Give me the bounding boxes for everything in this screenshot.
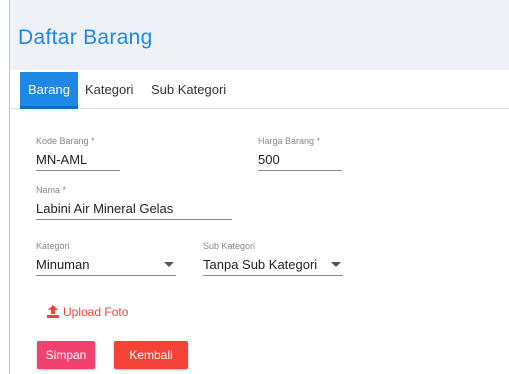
sub-kategori-underline <box>203 275 343 276</box>
kode-barang-input[interactable] <box>36 151 120 168</box>
sub-kategori-value[interactable]: Tanpa Sub Kategori <box>203 256 343 273</box>
kembali-button[interactable]: Kembali <box>114 341 188 369</box>
harga-barang-field: Harga Barang * <box>258 136 342 171</box>
kategori-select[interactable]: Kategori Minuman <box>36 241 176 276</box>
sub-kategori-label: Sub Kategori <box>203 241 256 251</box>
tab-barang[interactable]: Barang <box>20 72 78 109</box>
nama-input[interactable] <box>36 200 232 217</box>
sub-kategori-select[interactable]: Sub Kategori Tanpa Sub Kategori <box>203 241 343 276</box>
kategori-underline <box>36 275 176 276</box>
page: Daftar Barang Barang Kategori Sub Katego… <box>0 0 509 374</box>
tab-bar: Barang Kategori Sub Kategori <box>10 72 509 109</box>
upload-foto-label: Upload Foto <box>63 305 129 319</box>
upload-icon <box>47 305 59 318</box>
chevron-down-icon[interactable] <box>164 262 174 267</box>
harga-barang-label: Harga Barang * <box>258 136 321 146</box>
kode-barang-underline <box>36 170 120 171</box>
nama-field: Nama * <box>36 185 232 220</box>
simpan-button[interactable]: Simpan <box>37 341 95 369</box>
kategori-selected-text: Minuman <box>36 257 90 272</box>
nama-label: Nama * <box>36 185 67 195</box>
kode-barang-field: Kode Barang * <box>36 136 120 171</box>
harga-barang-underline <box>258 170 342 171</box>
kategori-label: Kategori <box>36 241 70 251</box>
sub-kategori-selected-text: Tanpa Sub Kategori <box>203 257 318 272</box>
kode-barang-label: Kode Barang * <box>36 136 95 146</box>
harga-barang-input[interactable] <box>258 151 342 168</box>
chevron-down-icon[interactable] <box>331 262 341 267</box>
kategori-value[interactable]: Minuman <box>36 256 176 273</box>
tab-kategori[interactable]: Kategori <box>85 72 133 108</box>
tab-sub-kategori[interactable]: Sub Kategori <box>151 72 226 108</box>
page-title: Daftar Barang <box>18 26 153 49</box>
upload-foto-button[interactable]: Upload Foto <box>46 305 128 321</box>
page-header: Daftar Barang <box>10 0 509 70</box>
nama-underline <box>36 219 232 220</box>
